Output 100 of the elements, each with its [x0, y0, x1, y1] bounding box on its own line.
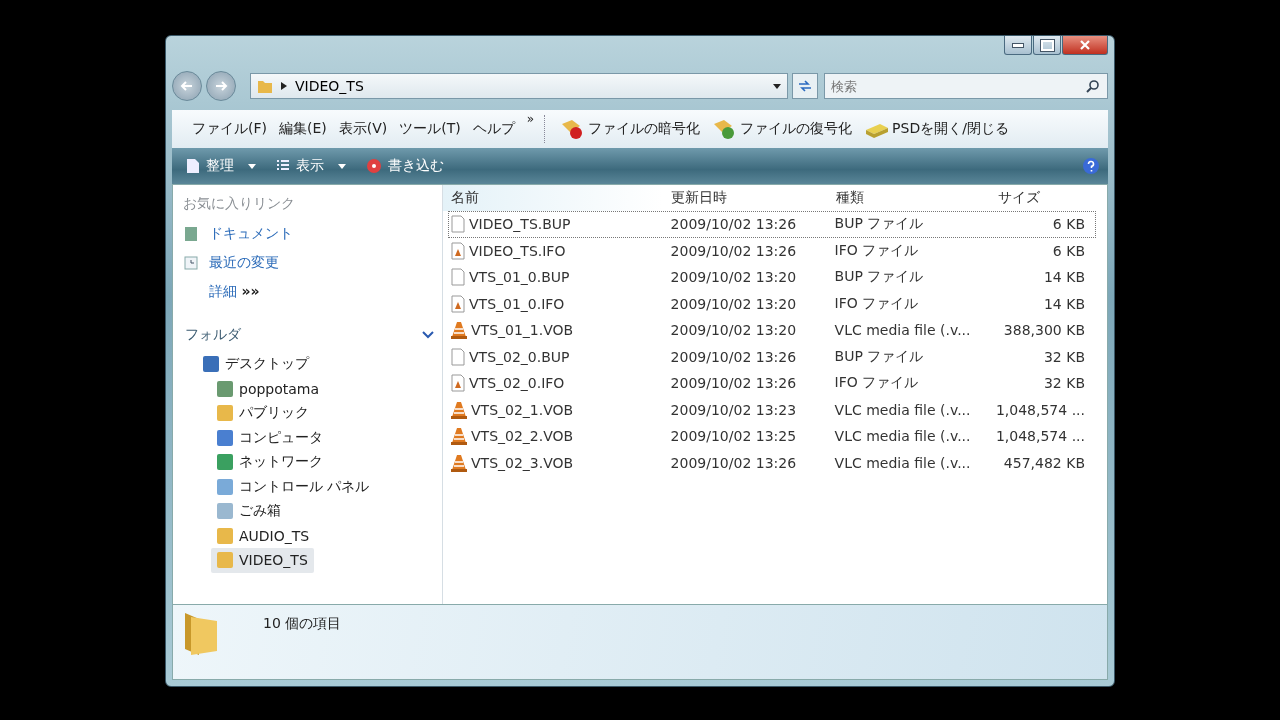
file-icon [451, 374, 465, 393]
back-button[interactable] [172, 71, 202, 101]
toolbar-button[interactable]: PSDを開く/閉じる [858, 118, 1015, 140]
folder-icon [257, 78, 273, 94]
file-row[interactable]: VTS_02_0.IFO 2009/10/02 13:26 IFO ファイル 32 KB [448, 370, 1096, 397]
table-cell-text: 2009/10/02 13:26 [669, 375, 798, 392]
menu-item[interactable]: 編集(E) [279, 120, 327, 138]
file-name: VTS_01_1.VOB [449, 321, 663, 340]
table-cell-text: 388,300 KB [1002, 322, 1086, 339]
favorites-heading: お気に入りリンク [183, 195, 296, 213]
minimize-button[interactable] [1004, 36, 1032, 55]
table-cell-text: VLC media file (.v... [833, 322, 972, 339]
column-header[interactable]: 種類 [828, 185, 990, 211]
file-name: VTS_01_0.IFO [449, 294, 663, 313]
folder-icon [217, 405, 233, 422]
command-button[interactable]: 書き込む [360, 157, 450, 175]
folder-tree-item[interactable]: デスクトップ [197, 352, 315, 377]
folder-tree-item[interactable]: VIDEO_TS [211, 548, 314, 573]
menu-item[interactable]: ツール(T) [399, 120, 461, 138]
file-row[interactable]: VIDEO_TS.IFO 2009/10/02 13:26 IFO ファイル 6 KB [448, 237, 1096, 264]
file-icon [451, 294, 465, 313]
file-row[interactable]: VTS_01_0.BUP 2009/10/02 13:20 BUP ファイル 14 KB [448, 264, 1096, 291]
tree-item-icon [217, 429, 233, 446]
file-row[interactable]: VTS_02_2.VOB 2009/10/02 13:25 VLC media file (.v... 1,048,574 ... [448, 423, 1096, 450]
refresh-button[interactable] [792, 73, 818, 99]
table-cell-text: 2009/10/02 13:26 [669, 216, 798, 233]
table-cell-text: 14 KB [1042, 295, 1086, 312]
file-row[interactable]: VTS_02_0.BUP 2009/10/02 13:26 BUP ファイル 32 KB [448, 343, 1096, 370]
document-icon [183, 225, 199, 242]
column-header[interactable]: 更新日時 [663, 185, 828, 211]
table-cell-text: 6 KB [1051, 242, 1086, 259]
favorite-link[interactable]: 最近の変更 [183, 248, 279, 277]
search-field[interactable]: 検索 [824, 73, 1108, 99]
file-row[interactable]: VTS_02_1.VOB 2009/10/02 13:23 VLC media file (.v... 1,048,574 ... [448, 396, 1096, 423]
folder-tree-item[interactable]: poppotama [211, 376, 326, 401]
table-cell-text: 2009/10/02 13:25 [669, 428, 798, 445]
traffic-cone-icon [451, 427, 467, 446]
folder-tree-item[interactable]: ごみ箱 [211, 499, 287, 524]
table-cell-text: 2009/10/02 13:26 [669, 454, 798, 471]
menu-item[interactable]: ファイル(F) [192, 120, 267, 138]
file-row[interactable]: VTS_01_0.IFO 2009/10/02 13:20 IFO ファイル 14 KB [448, 290, 1096, 317]
table-cell-text: BUP ファイル [833, 268, 925, 287]
favorite-link[interactable]: ドキュメント [183, 219, 293, 248]
menu-item[interactable]: ヘルプ [472, 120, 515, 138]
dropdown-icon[interactable] [773, 83, 781, 89]
table-cell-text: 32 KB [1042, 348, 1086, 365]
file-name: VTS_02_2.VOB [449, 427, 663, 446]
traffic-cone-icon [451, 400, 467, 419]
maximize-button[interactable] [1033, 36, 1061, 55]
toolbar-button[interactable]: ファイルの暗号化 [554, 118, 707, 140]
table-cell-text: IFO ファイル [833, 374, 920, 393]
caret-icon [338, 163, 346, 169]
blank-file-icon [451, 268, 465, 287]
tree-item-icon [217, 503, 233, 520]
help-icon[interactable] [1082, 157, 1100, 175]
file-row[interactable]: VTS_02_3.VOB 2009/10/02 13:26 VLC media file (.v... 457,482 KB [448, 449, 1096, 476]
tree-item-icon [217, 454, 233, 471]
folder-tree-item[interactable]: コントロール パネル [211, 474, 376, 499]
table-cell-text: 1,048,574 ... [994, 401, 1086, 418]
address-bar[interactable]: VIDEO_TS [250, 73, 788, 99]
command-button[interactable]: 整理 [180, 157, 262, 175]
breadcrumb-arrow-icon [281, 82, 287, 90]
menu-overflow-chevron[interactable]: » [526, 112, 535, 126]
table-cell-text: BUP ファイル [833, 347, 925, 366]
folder-tree-item[interactable]: ネットワーク [211, 450, 329, 475]
table-cell-text: IFO ファイル [833, 241, 920, 260]
table-cell-text: 457,482 KB [1002, 454, 1086, 471]
disc-icon [366, 158, 382, 174]
back-arrow-icon [180, 80, 194, 92]
file-name: VTS_02_0.IFO [449, 374, 663, 393]
caret-icon [248, 163, 256, 169]
traffic-cone-icon [451, 453, 467, 472]
table-cell-text: 1,048,574 ... [994, 428, 1086, 445]
file-name: VIDEO_TS.BUP [449, 215, 663, 234]
column-header[interactable]: サイズ [990, 185, 1098, 211]
blank-file-icon [451, 215, 465, 234]
forward-arrow-icon [214, 80, 228, 92]
command-button[interactable]: 表示 [270, 157, 352, 175]
table-cell-text: 2009/10/02 13:20 [669, 295, 798, 312]
folder-tree-item[interactable]: パブリック [211, 401, 315, 426]
table-cell-text: BUP ファイル [833, 215, 925, 234]
table-cell-text: 2009/10/02 13:26 [669, 348, 798, 365]
table-cell-text: 6 KB [1051, 216, 1086, 233]
chevron-icon[interactable] [422, 331, 434, 339]
folder-tree-item[interactable]: AUDIO_TS [211, 523, 316, 548]
forward-button[interactable] [206, 71, 236, 101]
address-path: VIDEO_TS [295, 78, 365, 94]
close-button[interactable] [1062, 36, 1108, 55]
folder-icon [217, 552, 233, 569]
file-row[interactable]: VTS_01_1.VOB 2009/10/02 13:20 VLC media file (.v... 388,300 KB [448, 317, 1096, 344]
more-link[interactable]: 詳細 »» [209, 282, 260, 301]
file-row[interactable]: VIDEO_TS.BUP 2009/10/02 13:26 BUP ファイル 6 KB [448, 211, 1096, 238]
folder-tree-item[interactable]: コンピュータ [211, 425, 329, 450]
menu-item[interactable]: 表示(V) [338, 120, 388, 138]
toolbar-button[interactable]: ファイルの復号化 [706, 118, 859, 140]
folder-icon [217, 527, 233, 544]
list-view-icon [276, 159, 290, 173]
tree-item-icon [217, 478, 233, 495]
search-icon [1086, 79, 1100, 93]
item-count: 10 個の項目 [263, 615, 342, 633]
